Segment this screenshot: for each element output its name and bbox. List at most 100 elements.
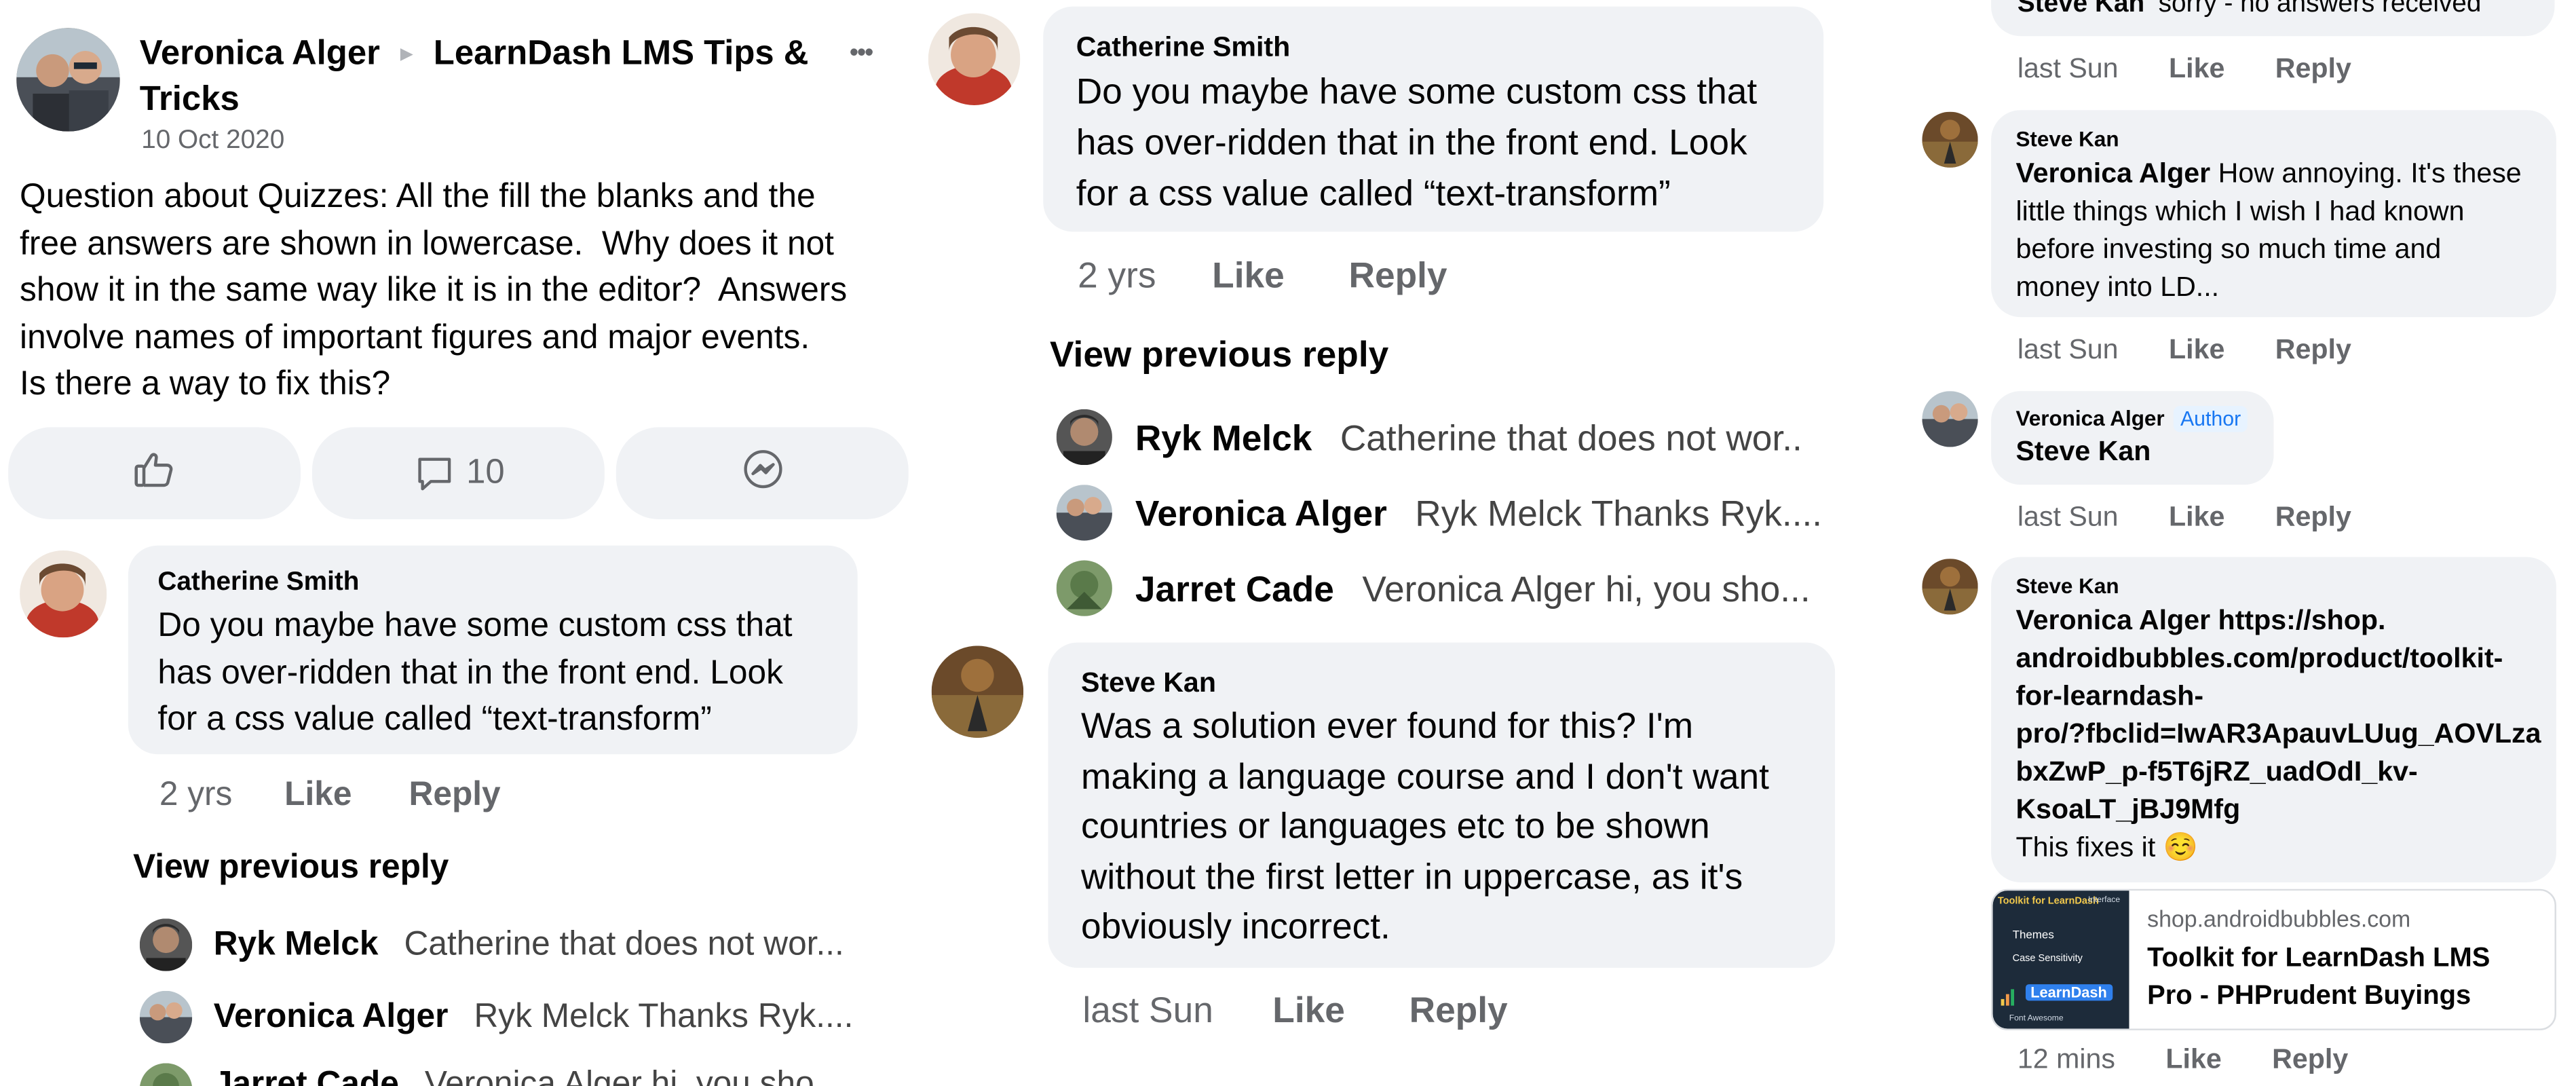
reply-snippet: Veronica Alger hi, you sho... — [1362, 568, 1811, 610]
comment-time[interactable]: last Sun — [2018, 501, 2119, 532]
post-author-avatar[interactable] — [16, 28, 120, 132]
thumb-item: Case Sensitivity — [2012, 954, 2083, 965]
steve-link-bubble: Steve Kan Veronica Alger https://shop. a… — [1991, 557, 2556, 883]
author-badge: Author — [2174, 405, 2248, 432]
comment-line: for a css value called “text-transform” — [157, 700, 712, 738]
veronica-avatar-small[interactable] — [1056, 485, 1112, 541]
comment-text: Do you maybe have some custom css that h… — [1076, 66, 1758, 219]
post-body-line: Is there a way to fix this? — [20, 364, 391, 403]
url-link-line[interactable]: androidbubbles.com/product/toolkit- — [2015, 639, 2541, 677]
comment-time[interactable]: last Sun — [1082, 989, 1213, 1030]
post-author-name[interactable]: Veronica Alger — [140, 35, 380, 73]
steve-avatar[interactable] — [1922, 111, 1978, 168]
veronica-avatar-small[interactable] — [1922, 391, 1978, 447]
reply-preview-jarret[interactable]: Jarret Cade Veronica Alger hi, you sho..… — [214, 1065, 842, 1086]
reply-link[interactable]: Reply — [2275, 333, 2351, 364]
reply-preview-ryk[interactable]: Ryk Melck Catherine that does not wor... — [214, 925, 844, 965]
like-link[interactable]: Like — [1212, 255, 1285, 296]
reply-link[interactable]: Reply — [1348, 255, 1447, 296]
reply-link[interactable]: Reply — [2275, 501, 2351, 532]
catherine-avatar[interactable] — [928, 13, 1021, 105]
more-options-icon[interactable]: ••• — [850, 39, 874, 69]
comment-line: Was a solution ever found for this? I'm — [1080, 705, 1694, 747]
reply-link[interactable]: Reply — [1409, 989, 1508, 1030]
comment-line: Do you maybe have some custom css that — [1076, 71, 1758, 112]
reply-snippet: Veronica Alger hi, you sho... — [424, 1064, 843, 1086]
commenter-name[interactable]: Steve Kan — [2015, 574, 2119, 598]
commenter-name[interactable]: Steve Kan — [2018, 0, 2144, 18]
view-previous-reply-link[interactable]: View previous reply — [133, 848, 449, 887]
like-button[interactable] — [8, 427, 301, 520]
catherine-avatar[interactable] — [20, 550, 107, 638]
reply-author: Veronica Alger — [213, 997, 449, 1036]
link-preview-card[interactable]: Toolkit for LearnDash Interface Themes C… — [1991, 888, 2556, 1030]
like-link[interactable]: Like — [2169, 52, 2224, 83]
reply-preview-veronica[interactable]: Veronica Alger Ryk Melck Thanks Ryk.... — [214, 997, 854, 1036]
comment-time[interactable]: last Sun — [2018, 333, 2119, 364]
like-link[interactable]: Like — [2169, 501, 2224, 532]
messenger-icon — [740, 447, 784, 499]
thumb-foot: Font Awesome — [2009, 1013, 2064, 1024]
steve-avatar[interactable] — [1922, 559, 1978, 615]
group-name-cont[interactable]: Tricks — [140, 77, 240, 124]
jarret-avatar[interactable] — [139, 1063, 193, 1086]
commenter-name[interactable]: Steve Kan — [1081, 667, 1216, 700]
view-previous-reply-link[interactable]: View previous reply — [1050, 333, 1388, 376]
mention-link[interactable]: Veronica Alger — [2015, 157, 2210, 189]
steve-avatar[interactable] — [931, 645, 1024, 738]
catherine-comment-bubble: Catherine Smith Do you maybe have some c… — [128, 545, 858, 755]
send-messenger-button[interactable] — [615, 427, 909, 520]
catherine-comment-bubble: Catherine Smith Do you maybe have some c… — [1043, 6, 1824, 232]
url-link-line[interactable]: KsoaLT_jBJ9Mfg — [2015, 790, 2541, 828]
veronica-avatar-small[interactable] — [139, 990, 193, 1044]
post-date[interactable]: 10 Oct 2020 — [141, 126, 284, 156]
comment-line: little things which I wish I had known — [2015, 195, 2465, 227]
comment-text: Steve Kan sorry - no answers received — [2018, 0, 2482, 20]
reply-preview-jarret[interactable]: Jarret Cade Veronica Alger hi, you sho..… — [1135, 569, 1811, 612]
ryk-avatar[interactable] — [139, 918, 193, 971]
url-link-line[interactable]: Veronica Alger https://shop. — [2015, 601, 2541, 639]
comment-line: making a language course and I don't wan… — [1080, 755, 1769, 796]
reply-link[interactable]: Reply — [2272, 1043, 2348, 1074]
comment-time[interactable]: last Sun — [2018, 52, 2119, 83]
mention-link[interactable]: Steve Kan — [2015, 436, 2151, 468]
url-link-line[interactable]: bxZwP_p-f5T6jRZ_uadOdI_kv- — [2015, 753, 2541, 791]
comment-line: for a css value called “text-transform” — [1076, 172, 1671, 214]
reply-snippet: Ryk Melck Thanks Ryk.... — [1415, 493, 1823, 534]
post-body-line: show it in the same way like it is in th… — [20, 271, 848, 310]
comment-text: Veronica Alger https://shop. androidbubb… — [2015, 601, 2541, 866]
like-link[interactable]: Like — [2169, 333, 2224, 364]
comment-text: Veronica Alger How annoying. It's these … — [2015, 155, 2521, 306]
link-title: Toolkit for LearnDash LMS Pro - PHPruden… — [2147, 940, 2490, 1015]
comment-time[interactable]: 2 yrs — [159, 776, 233, 814]
commenter-name[interactable]: Catherine Smith — [157, 569, 359, 599]
reply-author: Ryk Melck — [213, 924, 379, 963]
reply-preview-ryk[interactable]: Ryk Melck Catherine that does not wor.. — [1135, 417, 1802, 460]
comment-line: has over-ridden that in the front end. L… — [157, 653, 783, 691]
url-link-line[interactable]: for-learndash- — [2015, 677, 2541, 715]
reply-link[interactable]: Reply — [409, 776, 501, 814]
comment-button[interactable]: 10 — [311, 427, 605, 520]
comment-line: Veronica Alger How annoying. It's these — [2015, 155, 2521, 193]
comment-meta: 12 mins Like Reply — [2018, 1043, 2348, 1076]
commenter-name[interactable]: Veronica Alger — [2015, 406, 2164, 430]
commenter-name[interactable]: Steve Kan — [2015, 126, 2119, 151]
reply-snippet: Catherine that does not wor.. — [1340, 417, 1802, 459]
ryk-avatar[interactable] — [1056, 409, 1112, 466]
comment-time[interactable]: 12 mins — [2018, 1043, 2115, 1074]
group-name[interactable]: LearnDash LMS Tips & — [434, 35, 809, 73]
comment-time[interactable]: 2 yrs — [1078, 255, 1156, 296]
comment-meta: last Sun Like Reply — [1082, 989, 1507, 1032]
like-link[interactable]: Like — [284, 776, 352, 814]
comment-meta: 2 yrs Like Reply — [1078, 255, 1447, 297]
jarret-avatar[interactable] — [1056, 560, 1112, 616]
like-link[interactable]: Like — [2165, 1043, 2221, 1074]
reply-preview-veronica[interactable]: Veronica Alger Ryk Melck Thanks Ryk.... — [1135, 493, 1822, 536]
like-link[interactable]: Like — [1272, 989, 1345, 1030]
reply-link[interactable]: Reply — [2275, 52, 2351, 83]
url-link-line[interactable]: pro/?fbclid=IwAR3ApauvLUug_AOVLza — [2015, 715, 2541, 753]
comment-icon — [412, 451, 456, 495]
commenter-name[interactable]: Catherine Smith — [1076, 31, 1291, 64]
link-thumbnail: Toolkit for LearnDash Interface Themes C… — [1992, 891, 2129, 1029]
comment-count: 10 — [466, 453, 505, 491]
